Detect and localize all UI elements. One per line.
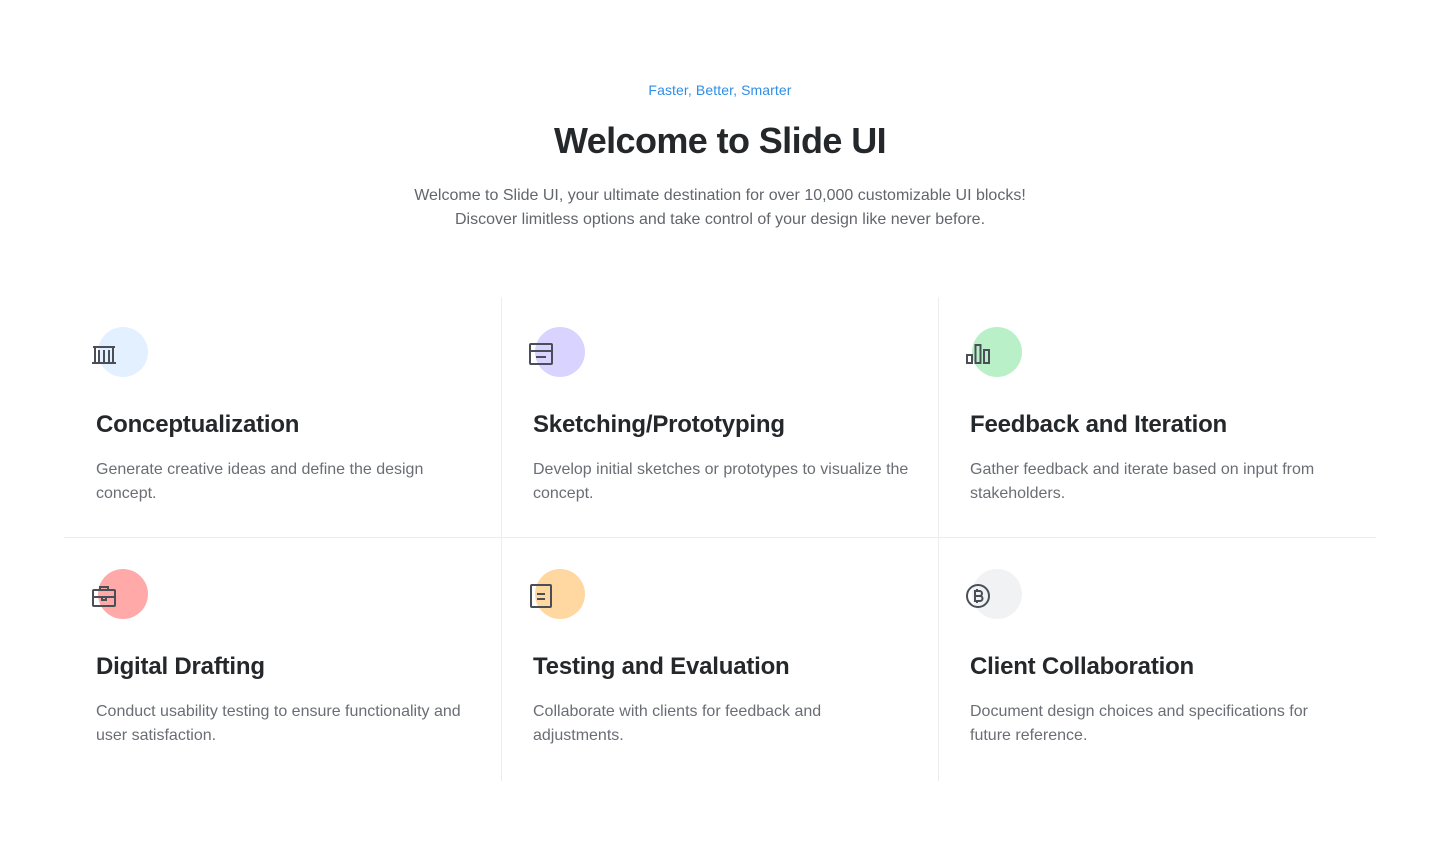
feature-card-conceptualization: Conceptualization Generate creative idea… <box>64 297 501 539</box>
coin-icon <box>966 584 990 608</box>
feature-title: Digital Drafting <box>96 653 265 680</box>
feature-description: Conduct usability testing to ensure func… <box>96 703 461 744</box>
feature-title: Feedback and Iteration <box>970 411 1227 438</box>
page-title: Welcome to Slide UI <box>553 120 887 161</box>
feature-card-sketching: Sketching/Prototyping Develop initial sk… <box>501 297 938 539</box>
feature-icon-wrap <box>90 569 150 621</box>
features-grid: Conceptualization Generate creative idea… <box>64 297 1376 781</box>
hero-subtitle: Welcome to Slide UI, your ultimate desti… <box>414 187 1026 228</box>
feature-description: Develop initial sketches or prototypes t… <box>533 461 909 502</box>
feature-icon-wrap <box>964 327 1024 379</box>
feature-card-client-collaboration: Client Collaboration Document design cho… <box>938 539 1375 781</box>
feature-description: Generate creative ideas and define the d… <box>96 461 424 502</box>
bar-chart-icon <box>966 344 990 364</box>
feature-title: Sketching/Prototyping <box>533 411 785 438</box>
feature-card-digital-drafting: Digital Drafting Conduct usability testi… <box>64 539 501 781</box>
feature-icon-wrap <box>527 327 587 379</box>
feature-title: Testing and Evaluation <box>533 653 790 680</box>
bank-icon <box>92 346 116 364</box>
briefcase-icon <box>92 586 116 607</box>
document-icon <box>530 584 552 608</box>
feature-title: Conceptualization <box>96 411 300 438</box>
feature-description: Document design choices and specificatio… <box>970 703 1308 744</box>
feature-description: Gather feedback and iterate based on inp… <box>970 461 1315 502</box>
feature-title: Client Collaboration <box>970 653 1195 680</box>
hero-eyebrow: Faster, Better, Smarter <box>648 82 792 98</box>
browser-window-icon <box>529 343 553 365</box>
feature-icon-wrap <box>527 569 587 621</box>
feature-card-testing: Testing and Evaluation Collaborate with … <box>501 539 938 781</box>
feature-card-feedback: Feedback and Iteration Gather feedback a… <box>938 297 1375 539</box>
feature-description: Collaborate with clients for feedback an… <box>533 703 822 744</box>
feature-icon-wrap <box>90 327 150 379</box>
feature-icon-wrap <box>964 569 1024 621</box>
